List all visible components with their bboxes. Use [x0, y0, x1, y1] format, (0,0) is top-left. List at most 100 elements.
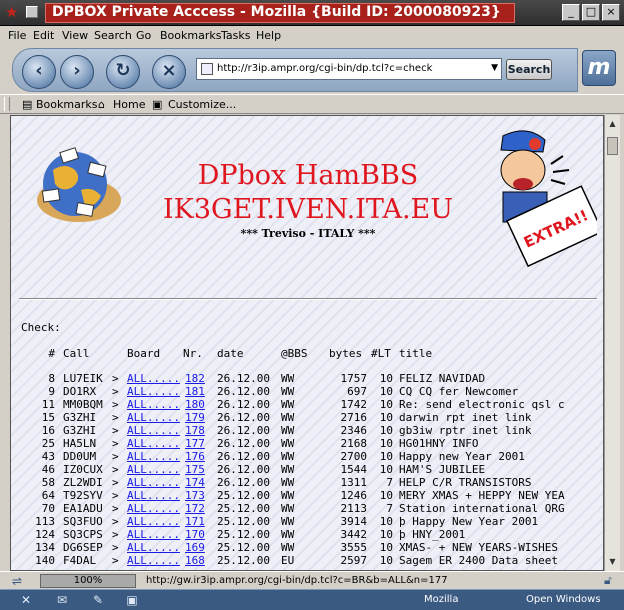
row-separator: > [112, 528, 119, 541]
window-menu-button[interactable] [26, 6, 38, 18]
minimize-button[interactable]: _ [562, 4, 580, 21]
board-link[interactable]: ALL..... [127, 463, 185, 476]
addressbook-icon[interactable]: ▣ [124, 593, 140, 607]
menu-tasks[interactable]: Tasks [221, 29, 250, 42]
toolbar-grip[interactable] [4, 97, 10, 111]
menu-search[interactable]: Search [94, 29, 132, 42]
url-dropdown-icon[interactable]: ▼ [491, 63, 498, 73]
compose-icon[interactable]: ✎ [90, 593, 106, 607]
menu-go[interactable]: Go [136, 29, 151, 42]
online-status-icon[interactable]: ⇌ [12, 574, 22, 588]
cell-lt: 7 [386, 476, 393, 489]
customize-button[interactable]: Customize... [168, 98, 236, 111]
network-icon[interactable]: ✕ [18, 593, 34, 607]
maximize-button[interactable]: □ [582, 4, 600, 21]
cell-num: 64 [41, 489, 55, 502]
message-number-link[interactable]: 168 [185, 554, 211, 567]
row-separator: > [112, 515, 119, 528]
stop-icon[interactable]: × [152, 55, 186, 89]
menu-view[interactable]: View [62, 29, 88, 42]
cell-bbs: WW [281, 541, 295, 554]
url-bar[interactable]: http://r3ip.ampr.org/cgi-bin/dp.tcl?c=ch… [196, 58, 502, 80]
board-link[interactable]: ALL..... [127, 515, 185, 528]
board-link[interactable]: ALL..... [127, 385, 185, 398]
search-button[interactable]: Search [506, 59, 552, 80]
message-number-link[interactable]: 175 [185, 463, 211, 476]
table-row: 58 ZL2WDI > ALL..... 174 26.12.00 WW 1311 7 HELP … [11, 476, 603, 489]
scroll-thumb[interactable] [607, 137, 618, 155]
security-lock-icon[interactable]: 🔓︎ [604, 573, 612, 588]
progress-meter: 100% [40, 574, 136, 588]
cell-title: CQ CQ fer Newcomer [399, 385, 519, 398]
menu-help[interactable]: Help [256, 29, 281, 42]
message-number-link[interactable]: 181 [185, 385, 211, 398]
home-icon: ⌂ [98, 98, 105, 111]
cell-bbs: WW [281, 528, 295, 541]
cell-bbs: WW [281, 424, 295, 437]
divider [19, 298, 597, 300]
board-link[interactable]: ALL..... [127, 502, 185, 515]
personal-toolbar: ▤ Bookmarks ⌂ Home ▣ Customize... [0, 94, 624, 114]
scroll-down-icon[interactable]: ▼ [606, 555, 619, 568]
cell-title: HG01HNY INFO [399, 437, 479, 450]
message-number-link[interactable]: 180 [185, 398, 211, 411]
message-number-link[interactable]: 179 [185, 411, 211, 424]
cell-bytes: 1757 [340, 372, 368, 385]
message-number-link[interactable]: 178 [185, 424, 211, 437]
close-button[interactable]: × [602, 4, 620, 21]
board-link[interactable]: ALL..... [127, 450, 185, 463]
message-number-link[interactable]: 172 [185, 502, 211, 515]
cell-bbs: WW [281, 411, 295, 424]
message-number-link[interactable]: 182 [185, 372, 211, 385]
cell-date: 26.12.00 [217, 450, 270, 463]
menu-file[interactable]: File [8, 29, 26, 42]
message-number-link[interactable]: 171 [185, 515, 211, 528]
cell-title: gb3iw rptr inet link [399, 424, 532, 437]
message-number-link[interactable]: 176 [185, 450, 211, 463]
cell-lt: 10 [379, 398, 393, 411]
board-link[interactable]: ALL..... [127, 528, 185, 541]
board-link[interactable]: ALL..... [127, 476, 185, 489]
cell-num: 113 [35, 515, 55, 528]
cell-date: 25.12.00 [217, 515, 270, 528]
reload-icon[interactable]: ↻ [106, 55, 140, 89]
board-link[interactable]: ALL..... [127, 424, 185, 437]
board-link[interactable]: ALL..... [127, 437, 185, 450]
board-link[interactable]: ALL..... [127, 489, 185, 502]
board-link[interactable]: ALL..... [127, 398, 185, 411]
mail-icon[interactable]: ✉ [54, 593, 70, 607]
open-windows-button[interactable]: Open Windows [526, 594, 601, 605]
menu-bookmarks[interactable]: Bookmarks [160, 29, 221, 42]
vertical-scrollbar[interactable]: ▲ ▼ [604, 115, 620, 571]
cell-bytes: 2168 [340, 437, 368, 450]
home-button[interactable]: Home [113, 98, 145, 111]
cell-title: XMAS- + NEW YEARS-WISHES [399, 541, 558, 554]
message-number-link[interactable]: 173 [185, 489, 211, 502]
message-number-link[interactable]: 169 [185, 541, 211, 554]
message-number-link[interactable]: 170 [185, 528, 211, 541]
table-row: 134 DG6SEP > ALL..... 169 25.12.00 WW 3555 10 XMA… [11, 541, 603, 554]
board-link[interactable]: ALL..... [127, 541, 185, 554]
cell-bytes: 2700 [340, 450, 368, 463]
menu-edit[interactable]: Edit [33, 29, 54, 42]
scroll-up-icon[interactable]: ▲ [606, 117, 619, 130]
cell-lt: 10 [379, 450, 393, 463]
board-link[interactable]: ALL..... [127, 554, 185, 567]
mozilla-star-icon: ★ [5, 3, 19, 21]
cell-bytes: 697 [347, 385, 367, 398]
board-link[interactable]: ALL..... [127, 372, 185, 385]
bookmarks-button[interactable]: Bookmarks [36, 98, 97, 111]
title-bar: ★ DPBOX Private Acccess - Mozilla {Build… [0, 0, 624, 26]
url-text[interactable]: http://r3ip.ampr.org/cgi-bin/dp.tcl?c=ch… [217, 63, 432, 74]
cell-lt: 10 [379, 528, 393, 541]
back-arrow-icon[interactable]: ‹ [22, 55, 56, 89]
page-proxy-icon[interactable] [201, 63, 213, 75]
message-number-link[interactable]: 177 [185, 437, 211, 450]
cell-bbs: WW [281, 502, 295, 515]
taskbar-mozilla[interactable]: Mozilla [424, 594, 458, 605]
cell-bbs: WW [281, 450, 295, 463]
forward-arrow-icon[interactable]: › [60, 55, 94, 89]
board-link[interactable]: ALL..... [127, 411, 185, 424]
message-number-link[interactable]: 174 [185, 476, 211, 489]
mozilla-logo-icon[interactable]: m [582, 50, 616, 86]
